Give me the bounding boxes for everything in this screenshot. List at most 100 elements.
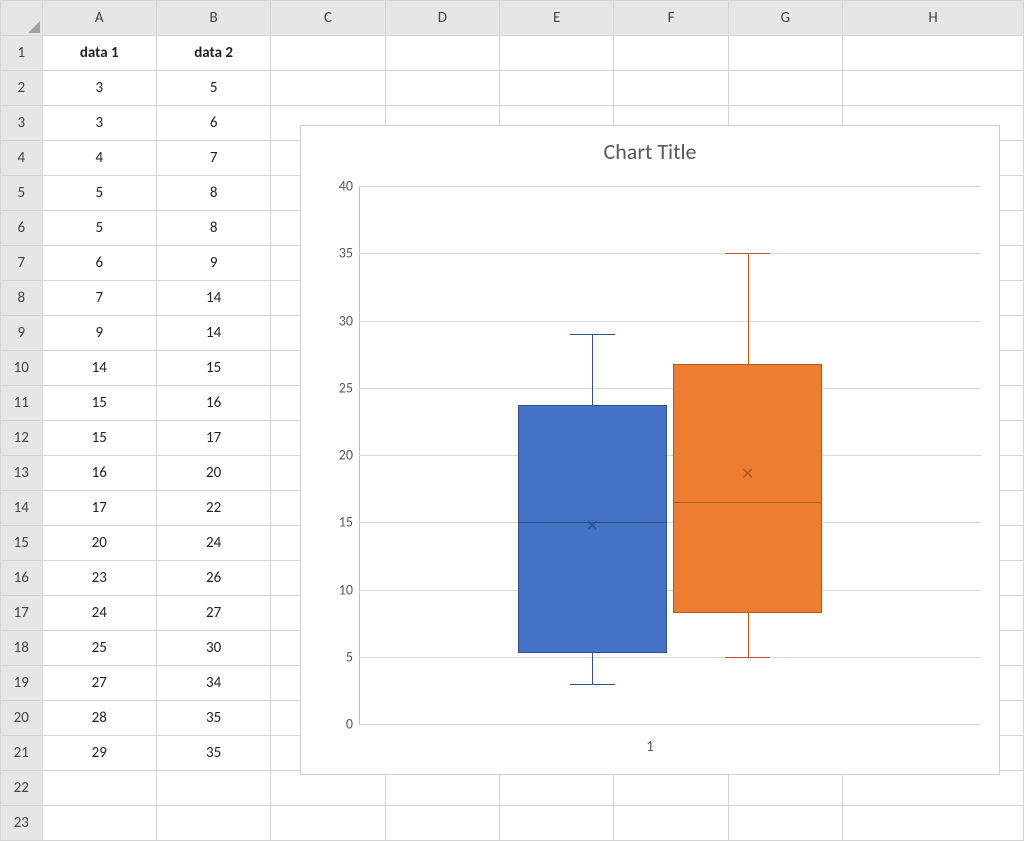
cell[interactable]: 27 — [42, 666, 156, 701]
row-header[interactable]: 15 — [1, 526, 43, 561]
row-header[interactable]: 23 — [1, 806, 43, 841]
cell[interactable] — [614, 771, 728, 806]
cell[interactable] — [42, 771, 156, 806]
cell[interactable] — [271, 806, 385, 841]
row-header[interactable]: 17 — [1, 596, 43, 631]
cell[interactable]: 9 — [156, 246, 270, 281]
column-header[interactable]: C — [271, 1, 385, 36]
cell[interactable] — [614, 36, 728, 71]
cell[interactable]: 15 — [42, 421, 156, 456]
box-plot-series[interactable]: ✕ — [673, 186, 822, 724]
cell[interactable]: 16 — [42, 456, 156, 491]
cell[interactable] — [385, 71, 499, 106]
row-header[interactable]: 9 — [1, 316, 43, 351]
cell[interactable]: 4 — [42, 141, 156, 176]
chart-object[interactable]: Chart Title 0510152025303540 ✕✕ 1 — [300, 125, 1000, 775]
row-header[interactable]: 4 — [1, 141, 43, 176]
cell[interactable]: 8 — [156, 176, 270, 211]
chart-title[interactable]: Chart Title — [301, 138, 999, 165]
cell[interactable]: 8 — [156, 211, 270, 246]
cell[interactable] — [728, 36, 842, 71]
row-header[interactable]: 1 — [1, 36, 43, 71]
cell[interactable]: 7 — [42, 281, 156, 316]
cell[interactable]: 22 — [156, 491, 270, 526]
cell[interactable] — [843, 71, 1024, 106]
cell[interactable]: 14 — [156, 316, 270, 351]
cell[interactable]: 29 — [42, 736, 156, 771]
cell[interactable] — [385, 771, 499, 806]
row-header[interactable]: 22 — [1, 771, 43, 806]
row-header[interactable]: 8 — [1, 281, 43, 316]
cell[interactable] — [843, 771, 1024, 806]
cell[interactable]: data 1 — [42, 36, 156, 71]
row-header[interactable]: 5 — [1, 176, 43, 211]
cell[interactable]: 17 — [156, 421, 270, 456]
row-header[interactable]: 11 — [1, 386, 43, 421]
cell[interactable]: 16 — [156, 386, 270, 421]
cell[interactable] — [614, 806, 728, 841]
row-header[interactable]: 13 — [1, 456, 43, 491]
cell[interactable]: 5 — [42, 176, 156, 211]
cell[interactable]: 26 — [156, 561, 270, 596]
column-header[interactable]: B — [156, 1, 270, 36]
cell[interactable]: 15 — [156, 351, 270, 386]
cell[interactable] — [728, 771, 842, 806]
row-header[interactable]: 12 — [1, 421, 43, 456]
column-header[interactable]: G — [728, 1, 842, 36]
cell[interactable] — [843, 806, 1024, 841]
cell[interactable] — [500, 36, 614, 71]
row-header[interactable]: 20 — [1, 701, 43, 736]
cell[interactable] — [500, 71, 614, 106]
row-header[interactable]: 21 — [1, 736, 43, 771]
column-header[interactable]: D — [385, 1, 499, 36]
cell[interactable]: 27 — [156, 596, 270, 631]
cell[interactable] — [728, 806, 842, 841]
cell[interactable]: data 2 — [156, 36, 270, 71]
cell[interactable]: 6 — [156, 106, 270, 141]
cell[interactable]: 14 — [156, 281, 270, 316]
cell[interactable] — [271, 771, 385, 806]
cell[interactable]: 35 — [156, 701, 270, 736]
cell[interactable]: 9 — [42, 316, 156, 351]
column-header[interactable]: H — [843, 1, 1024, 36]
cell[interactable] — [271, 71, 385, 106]
select-all-corner[interactable] — [1, 1, 43, 36]
column-header[interactable]: A — [42, 1, 156, 36]
column-header[interactable]: E — [500, 1, 614, 36]
cell[interactable]: 14 — [42, 351, 156, 386]
cell[interactable] — [500, 771, 614, 806]
cell[interactable]: 3 — [42, 71, 156, 106]
cell[interactable]: 28 — [42, 701, 156, 736]
cell[interactable] — [728, 71, 842, 106]
row-header[interactable]: 2 — [1, 71, 43, 106]
cell[interactable]: 20 — [156, 456, 270, 491]
cell[interactable]: 3 — [42, 106, 156, 141]
cell[interactable]: 25 — [42, 631, 156, 666]
row-header[interactable]: 19 — [1, 666, 43, 701]
row-header[interactable]: 14 — [1, 491, 43, 526]
cell[interactable] — [42, 806, 156, 841]
cell[interactable]: 34 — [156, 666, 270, 701]
cell[interactable]: 7 — [156, 141, 270, 176]
cell[interactable]: 6 — [42, 246, 156, 281]
cell[interactable]: 24 — [42, 596, 156, 631]
cell[interactable] — [614, 71, 728, 106]
cell[interactable]: 20 — [42, 526, 156, 561]
cell[interactable]: 5 — [42, 211, 156, 246]
cell[interactable] — [271, 36, 385, 71]
cell[interactable] — [843, 36, 1024, 71]
row-header[interactable]: 16 — [1, 561, 43, 596]
cell[interactable] — [500, 806, 614, 841]
column-header[interactable]: F — [614, 1, 728, 36]
cell[interactable] — [385, 36, 499, 71]
spreadsheet[interactable]: ABCDEFGH1data 1data 22353364475586587698… — [0, 0, 1024, 835]
cell[interactable]: 17 — [42, 491, 156, 526]
row-header[interactable]: 6 — [1, 211, 43, 246]
box-plot-series[interactable]: ✕ — [518, 186, 667, 724]
cell[interactable]: 5 — [156, 71, 270, 106]
cell[interactable]: 15 — [42, 386, 156, 421]
cell[interactable]: 23 — [42, 561, 156, 596]
cell[interactable]: 30 — [156, 631, 270, 666]
row-header[interactable]: 10 — [1, 351, 43, 386]
cell[interactable]: 35 — [156, 736, 270, 771]
